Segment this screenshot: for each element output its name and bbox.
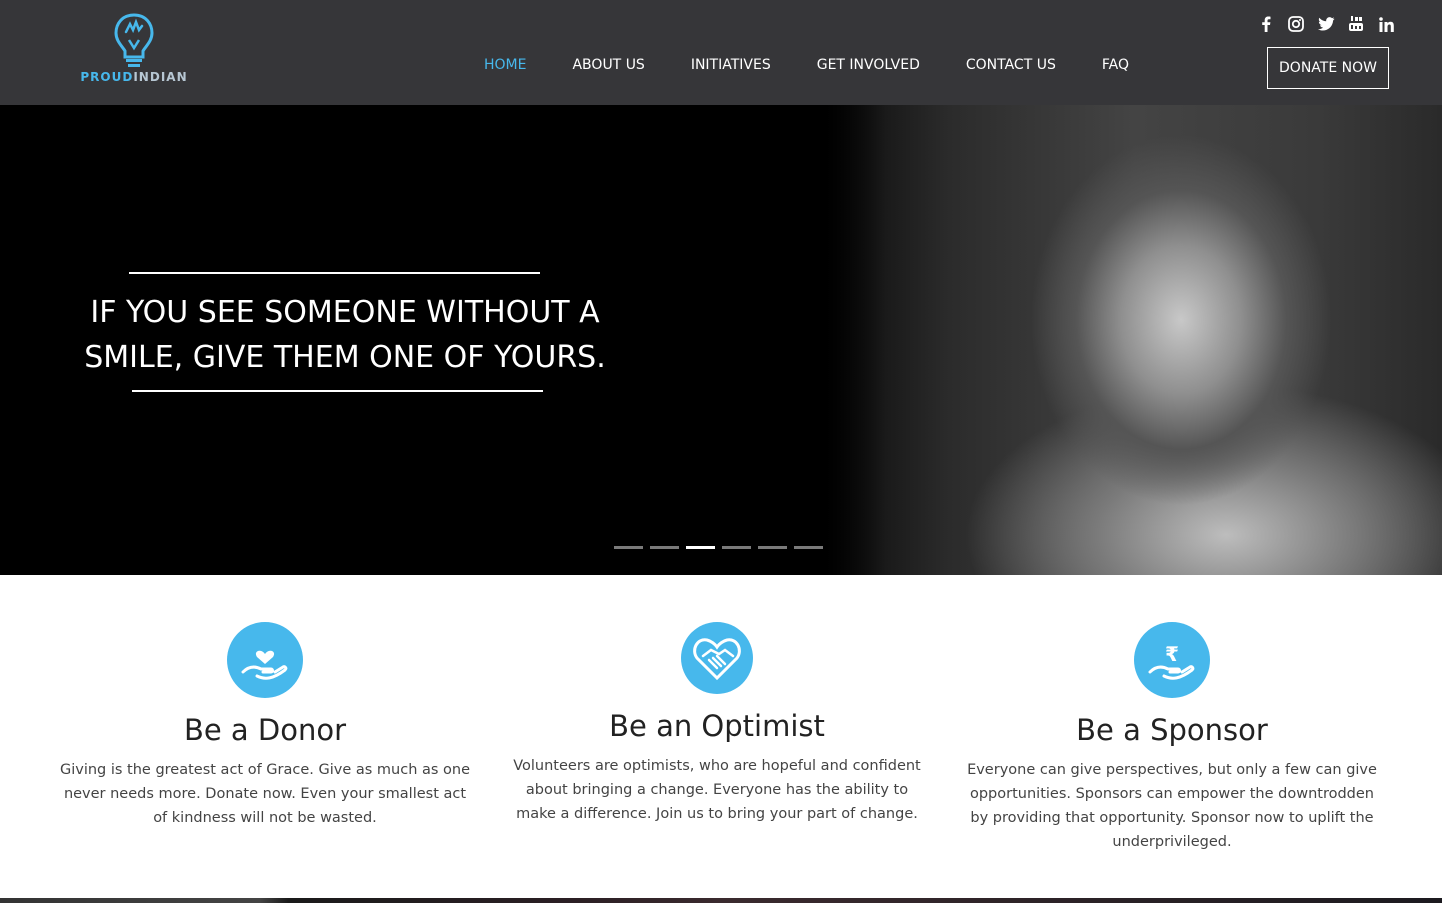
facebook-icon[interactable] bbox=[1256, 14, 1276, 34]
slider-dot-6[interactable] bbox=[794, 546, 823, 549]
social-links bbox=[1256, 14, 1406, 34]
hero-photo-fade bbox=[826, 105, 886, 575]
svg-text:₹: ₹ bbox=[1165, 642, 1179, 666]
youtube-icon[interactable] bbox=[1346, 14, 1366, 34]
feature-optimist: Be an Optimist Volunteers are optimists,… bbox=[507, 622, 927, 826]
feature-optimist-text: Volunteers are optimists, who are hopefu… bbox=[513, 758, 921, 822]
logo-wordmark-part2: INDIAN bbox=[133, 70, 188, 84]
feature-optimist-title: Be an Optimist bbox=[609, 709, 825, 743]
nav-get-involved[interactable]: GET INVOLVED bbox=[817, 57, 920, 79]
heart-in-hand-icon[interactable] bbox=[227, 622, 303, 698]
nav-about-us[interactable]: ABOUT US bbox=[572, 57, 644, 79]
feature-sponsor: ₹ Be a Sponsor Everyone can give perspec… bbox=[962, 622, 1382, 854]
nav-home[interactable]: HOME bbox=[484, 57, 526, 79]
slider-indicators bbox=[614, 546, 830, 549]
nav-faq[interactable]: FAQ bbox=[1102, 57, 1129, 79]
logo-wordmark-part1: PROUD bbox=[80, 70, 134, 84]
lightbulb-logo-icon bbox=[114, 13, 154, 67]
main-nav: HOME ABOUT US INITIATIVES GET INVOLVED C… bbox=[484, 57, 1175, 79]
hero-photo-child bbox=[826, 105, 1442, 575]
feature-donor: Be a Donor Giving is the greatest act of… bbox=[55, 622, 475, 830]
slider-dot-1[interactable] bbox=[614, 546, 643, 549]
hero-quote-line2: SMILE, GIVE THEM ONE OF YOURS. bbox=[84, 340, 606, 375]
hero-quote: IF YOU SEE SOMEONE WITHOUT A SMILE, GIVE… bbox=[60, 290, 630, 380]
nav-contact-us[interactable]: CONTACT US bbox=[966, 57, 1056, 79]
feature-sponsor-title: Be a Sponsor bbox=[1076, 713, 1268, 747]
slider-dot-5[interactable] bbox=[758, 546, 787, 549]
feature-donor-text: Giving is the greatest act of Grace. Giv… bbox=[59, 762, 471, 826]
donate-now-button[interactable]: DONATE NOW bbox=[1267, 47, 1389, 89]
hero-slider: IF YOU SEE SOMEONE WITHOUT A SMILE, GIVE… bbox=[0, 105, 1442, 575]
slider-dot-3[interactable] bbox=[686, 546, 715, 549]
hero-quote-bottom-rule bbox=[132, 390, 543, 392]
feature-donor-title: Be a Donor bbox=[183, 713, 347, 747]
linkedin-icon[interactable] bbox=[1376, 14, 1396, 34]
rupee-in-hand-icon[interactable]: ₹ bbox=[1134, 622, 1210, 698]
site-header: PROUDINDIAN HOME ABOUT US INITIATIVES GE… bbox=[0, 0, 1442, 105]
twitter-icon[interactable] bbox=[1316, 14, 1336, 34]
handshake-heart-icon[interactable] bbox=[681, 622, 753, 694]
site-logo[interactable]: PROUDINDIAN bbox=[78, 12, 190, 86]
logo-wordmark: PROUDINDIAN bbox=[78, 70, 190, 84]
next-section-edge bbox=[0, 898, 1442, 903]
instagram-icon[interactable] bbox=[1286, 14, 1306, 34]
feature-sponsor-text: Everyone can give perspectives, but only… bbox=[967, 762, 1377, 850]
nav-initiatives[interactable]: INITIATIVES bbox=[691, 57, 771, 79]
hero-quote-top-rule bbox=[129, 272, 540, 274]
slider-dot-2[interactable] bbox=[650, 546, 679, 549]
slider-dot-4[interactable] bbox=[722, 546, 751, 549]
hero-quote-line1: IF YOU SEE SOMEONE WITHOUT A bbox=[90, 295, 600, 330]
